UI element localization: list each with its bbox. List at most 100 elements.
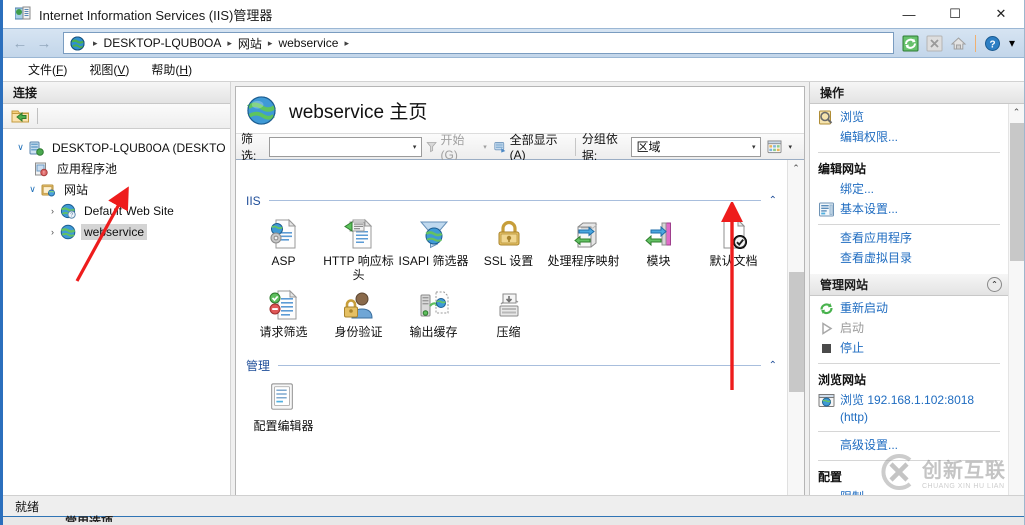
tree-node-app-pools[interactable]: ! 应用程序池 [9,158,230,179]
maximize-button[interactable]: ☐ [932,0,978,28]
close-button[interactable]: ✕ [978,0,1024,28]
action-view-virtual-directories[interactable]: 查看虚拟目录 [810,249,1008,269]
action-edit-permissions[interactable]: 编辑权限... [810,128,1008,148]
feature-item[interactable]: 配置编辑器 [246,382,321,433]
actions-vertical-scrollbar[interactable]: ⌃ [1008,104,1024,525]
view-mode-button[interactable]: ▾ [761,138,799,156]
chevron-down-icon[interactable]: ∨ [25,184,40,195]
action-restart-label[interactable]: 重新启动 [840,300,888,317]
connections-tree[interactable]: ∨ DESKTOP-LQUB0OA (DESKTO ! 应用程序池 ∨ 网站 ›… [3,129,230,525]
features-vertical-scrollbar[interactable]: ⌃ ⌄ [787,160,804,524]
chevron-down-icon[interactable]: ▾ [749,143,759,151]
action-advanced-settings[interactable]: 高级设置... [810,436,1008,456]
forward-button[interactable]: → [33,32,55,54]
feature-item[interactable]: 模块 [621,217,696,282]
minimize-button[interactable]: — [886,0,932,28]
breadcrumb-server[interactable]: DESKTOP-LQUB0OA [101,35,225,51]
help-dropdown-caret[interactable]: ▾ [1006,33,1018,54]
chevron-right-icon[interactable]: › [45,206,60,216]
group-name-iis: IIS [246,193,261,208]
scroll-thumb[interactable] [1009,123,1024,261]
group-header-iis[interactable]: IIS ⌃ [246,192,777,209]
action-view-applications-label[interactable]: 查看应用程序 [840,230,912,247]
feature-item[interactable]: 默认文档 [696,217,771,282]
request-filtering-icon [267,288,301,322]
group-header-management[interactable]: 管理 ⌃ [246,357,777,374]
scroll-up-icon[interactable]: ⌃ [788,160,805,177]
feature-item[interactable]: ASP [246,217,321,282]
tree-node-server-label: DESKTOP-LQUB0OA (DESKTO [52,140,226,155]
breadcrumb-sites[interactable]: 网站 [235,34,265,53]
title-bar: Internet Information Services (IIS)管理器 —… [3,0,1024,28]
chevron-up-icon[interactable]: ⌃ [987,277,1002,292]
chevron-down-icon[interactable]: ▾ [410,143,420,151]
action-advanced-settings-label[interactable]: 高级设置... [840,437,898,454]
feature-item[interactable]: 处理程序映射 [546,217,621,282]
feature-label: 模块 [646,254,671,268]
breadcrumb[interactable]: ▸ DESKTOP-LQUB0OA ▸ 网站 ▸ webservice ▸ [63,32,894,54]
action-start[interactable]: 启动 [810,319,1008,339]
action-view-virtual-directories-label[interactable]: 查看虚拟目录 [840,250,912,267]
tree-node-webservice[interactable]: › webservice [9,221,230,242]
filter-input[interactable]: ▾ [268,136,423,157]
feature-item[interactable]: HTTP 响应标头 [321,217,396,282]
connections-pane: 连接 ∨ DESKTOP-LQUB0OA (DESKTO ! 应用程序池 ∨ 网… [3,82,231,525]
feature-item[interactable]: 请求筛选 [246,288,321,339]
filter-go-button[interactable]: 开始(G) [422,129,480,164]
manage-site-header[interactable]: 管理网站 ⌃ [810,274,1008,296]
action-edit-permissions-label[interactable]: 编辑权限... [840,129,898,146]
help-icon[interactable]: ? [982,33,1003,54]
action-restart[interactable]: 重新启动 [810,299,1008,319]
tree-node-sites[interactable]: ∨ 网站 [9,179,230,200]
action-stop[interactable]: 停止 [810,339,1008,359]
feature-item[interactable]: SSL 设置 [471,217,546,282]
menu-help[interactable]: 帮助(H) [140,58,203,81]
action-browse-site-url[interactable]: 浏览 192.168.1.102:8018 (http) [810,391,1008,427]
action-browse-site-url-label[interactable]: 浏览 192.168.1.102:8018 (http) [840,392,1002,426]
menu-file[interactable]: 文件(F) [17,58,78,81]
action-bindings[interactable]: 绑定... [810,180,1008,200]
action-basic-settings[interactable]: 基本设置... [810,200,1008,220]
action-view-applications[interactable]: 查看应用程序 [810,229,1008,249]
chevron-down-icon[interactable]: ∨ [13,142,28,153]
back-button[interactable]: ← [9,32,31,54]
connect-to-server-icon[interactable] [11,107,30,125]
feature-item[interactable]: 输出缓存 [396,288,471,339]
show-all-button[interactable]: 全部显示(A) [490,129,569,164]
feature-item[interactable]: 身份验证 [321,288,396,339]
action-basic-settings-label[interactable]: 基本设置... [840,201,898,218]
action-browse[interactable]: 浏览 [810,108,1008,128]
chevron-up-icon[interactable]: ⌃ [769,360,777,371]
scroll-track[interactable] [788,177,805,507]
filter-go-caret[interactable]: ▾ [480,143,490,151]
refresh-icon[interactable] [900,33,921,54]
group-divider [268,200,761,201]
feature-label: 输出缓存 [409,325,458,339]
handler-mappings-icon [567,217,601,251]
scroll-thumb[interactable] [788,272,804,392]
action-stop-label[interactable]: 停止 [840,340,864,357]
chevron-right-icon[interactable]: › [45,227,60,237]
breadcrumb-separator: ▸ [344,37,349,48]
connections-toolbar [3,104,230,129]
chevron-down-icon[interactable]: ▾ [785,143,795,151]
chevron-up-icon[interactable]: ⌃ [769,195,777,206]
home-icon[interactable] [948,33,969,54]
tree-node-default-web-site[interactable]: › ? Default Web Site [9,200,230,221]
group-by-select[interactable]: 区域 ▾ [630,136,762,157]
filter-go-label: 开始(G) [440,133,465,162]
breadcrumb-webservice[interactable]: webservice [275,35,341,51]
scroll-up-icon[interactable]: ⌃ [1008,104,1024,121]
filter-toolbar: 筛选: ▾ 开始(G) ▾ 全部显示(A) 分组依据: 区域 ▾ ▾ [236,132,804,163]
action-bindings-label[interactable]: 绑定... [840,181,874,198]
restart-icon [818,300,835,317]
center-pane: webservice 主页 筛选: ▾ 开始(G) ▾ 全部显示(A) 分组依据… [231,82,809,525]
actions-group-configure: 配置 [818,470,843,484]
action-start-label[interactable]: 启动 [840,320,864,337]
actions-group-edit-site: 编辑网站 [818,162,867,176]
feature-item[interactable]: ISAPI 筛选器 [396,217,471,282]
action-browse-label[interactable]: 浏览 [840,109,864,126]
feature-item[interactable]: 压缩 [471,288,546,339]
menu-view[interactable]: 视图(V) [78,58,140,81]
tree-node-server[interactable]: ∨ DESKTOP-LQUB0OA (DESKTO [9,137,230,158]
